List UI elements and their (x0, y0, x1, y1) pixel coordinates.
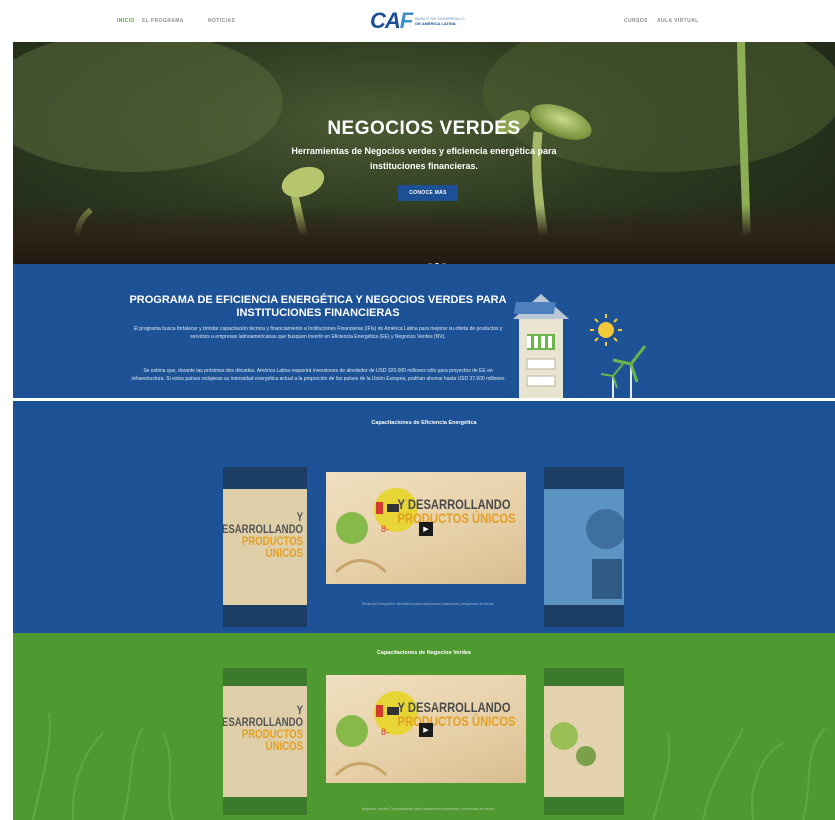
main-video-text: Y DESARROLLANDO PRODUCTOS ÚNICOS (397, 496, 516, 526)
caf-logo-text: BANCO DE DESARROLLODE AMÉRICA LATINA (415, 16, 465, 26)
hero-subtitle: Herramientas de Negocios verdes y eficie… (291, 146, 557, 171)
caf-logo[interactable]: CAF BANCO DE DESARROLLODE AMÉRICA LATINA (370, 8, 465, 34)
prev-video-text-1: Y DESARROLLANDO (223, 703, 303, 729)
prev-video-text-2: PRODUCTOS ÚNICOS (241, 534, 303, 560)
green-caption: Negocios Verdes: Oportunidades para inst… (361, 807, 495, 811)
energy-section-title: Capacitaciones de Eficiencia Energética (371, 420, 477, 426)
nav-cursos[interactable]: CURSOS (624, 18, 648, 24)
next-video-illustration (544, 686, 624, 797)
energy-caption: Eficiencia Energética: Beneficios para i… (361, 602, 495, 606)
video-thumb-main[interactable]: 8- Y DESARROLLANDO PRODUCTOS ÚNICOS ▶ (326, 675, 526, 783)
nav-aula-virtual[interactable]: AULA VIRTUAL (657, 18, 699, 24)
green-section-title: Capacitaciones de Negocios Verdes (376, 650, 472, 656)
svg-text:8-: 8- (381, 727, 389, 737)
nav-inicio[interactable]: INICIO (117, 18, 135, 24)
video-thumb-main[interactable]: 8- Y DESARROLLANDO PRODUCTOS ÚNICOS ▶ (326, 472, 526, 584)
prev-video-text-2: PRODUCTOS ÚNICOS (241, 727, 303, 753)
play-icon[interactable]: ▶ (419, 522, 433, 536)
program-paragraph-1: El programa busca fortalecer y brindar c… (133, 326, 503, 340)
main-video-text: Y DESARROLLANDO PRODUCTOS ÚNICOS (397, 699, 516, 729)
prev-video-text-1: Y DESARROLLANDO (223, 510, 303, 536)
program-section: PROGRAMA DE EFICIENCIA ENERGÉTICA Y NEGO… (13, 264, 835, 398)
hero-title: NEGOCIOS VERDES (327, 118, 521, 139)
svg-text:8-: 8- (381, 524, 389, 534)
video-thumb-next[interactable] (544, 467, 624, 627)
program-title: PROGRAMA DE EFICIENCIA ENERGÉTICA Y NEGO… (129, 294, 507, 319)
nav-noticias[interactable]: NOTICIAS (208, 18, 235, 24)
caf-logo-mark: CAF (370, 8, 413, 33)
hero-banner: NEGOCIOS VERDES Herramientas de Negocios… (13, 42, 835, 275)
green-trainings-section: Capacitaciones de Negocios Verdes Y DESA… (13, 633, 835, 820)
top-navbar: INICIO EL PROGRAMA NOTICIAS CAF BANCO DE… (13, 0, 835, 42)
program-paragraph-2: Se estima que, durante las próximas dos … (131, 368, 505, 382)
energy-trainings-section: Capacitaciones de Eficiencia Energética … (13, 401, 835, 633)
next-video-illustration (544, 489, 624, 605)
video-thumb-prev[interactable]: Y DESARROLLANDO PRODUCTOS ÚNICOS (223, 467, 307, 627)
video-thumb-next[interactable] (544, 668, 624, 815)
play-icon[interactable]: ▶ (419, 723, 433, 737)
green-building-illustration (513, 294, 647, 398)
nav-el-programa[interactable]: EL PROGRAMA (142, 18, 184, 24)
conoce-mas-button[interactable]: CONOCE MÁS (398, 185, 458, 201)
video-thumb-prev[interactable]: Y DESARROLLANDO PRODUCTOS ÚNICOS (223, 668, 307, 815)
